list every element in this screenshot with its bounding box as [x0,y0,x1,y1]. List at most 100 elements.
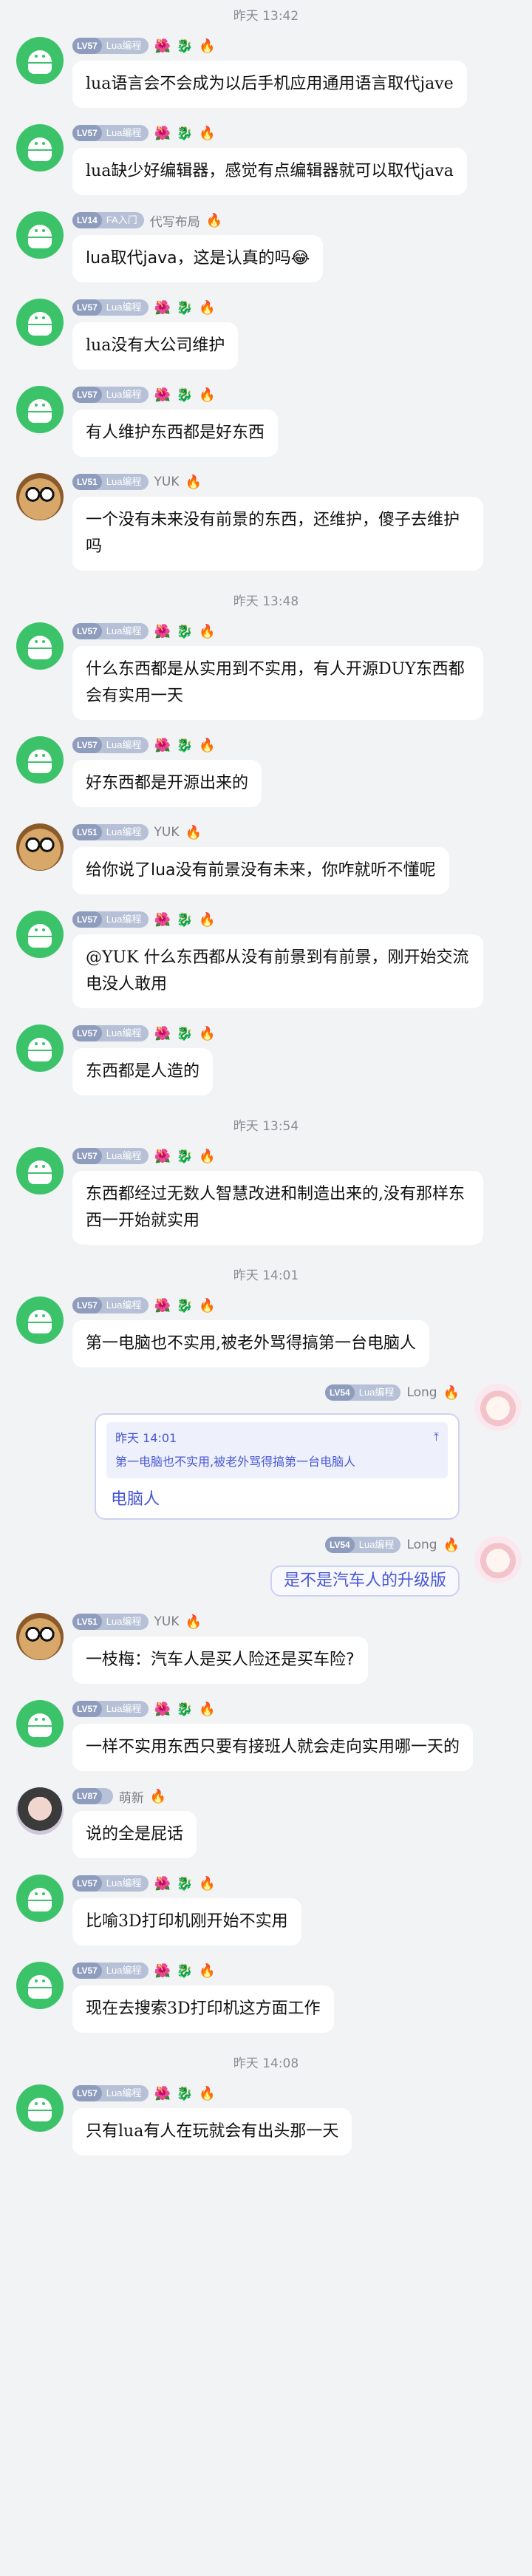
fire-icon: 🔥 [199,1875,216,1892]
message-item-self: LV54 Lua编程 Long 🔥 昨天 14:01 ⤒ 第一电脑也不实用,被老外… [0,1382,532,1520]
username[interactable]: 代写布局 [150,211,200,230]
level-badge: LV57 Lua编程 [72,1962,149,1979]
message-header: LV57 Lua编程 🌺 🐉 🔥 [72,1023,532,1044]
flower-icon: 🌺 [154,125,171,141]
message-header: LV57 Lua编程 🌺 🐉 🔥 [72,909,532,930]
level-badge: LV51 Lua编程 [72,824,149,840]
fire-icon: 🔥 [185,824,202,840]
message-header: LV14 FA入门 代写布局 🔥 [72,210,532,231]
level-badge: LV57 Lua编程 [72,38,149,54]
message-item: LV87 萌新 🔥 说的全是屁话 [0,1786,532,1858]
android-avatar-icon[interactable] [16,299,64,346]
message-bubble[interactable]: 是不是汽车人的升级版 [270,1566,460,1597]
message-bubble[interactable]: 一个没有未来没有前景的东西，还维护，傻子去维护吗 [72,497,483,571]
username[interactable]: YUK [154,475,180,489]
quoted-message-card[interactable]: 昨天 14:01 ⤒ 第一电脑也不实用,被老外骂得搞第一台电脑人 电脑人 [95,1413,460,1520]
owl-avatar-icon[interactable] [16,823,64,871]
message-item: LV57 Lua编程 🌺 🐉 🔥 只有lua有人在玩就会有出头那一天 [0,2083,532,2155]
android-avatar-icon[interactable] [16,1962,64,2009]
message-header: LV57 Lua编程 🌺 🐉 🔥 [72,2083,532,2104]
level-badge: LV57 Lua编程 [72,623,149,639]
message-header: LV57 Lua编程 🌺 🐉 🔥 [72,1146,532,1166]
dragon-icon: 🐉 [176,1962,194,1979]
message-bubble[interactable]: 只有lua有人在玩就会有出头那一天 [72,2108,352,2155]
message-bubble[interactable]: lua没有大公司维护 [72,322,239,370]
username[interactable]: 萌新 [119,1787,144,1806]
message-bubble[interactable]: 有人维护东西都是好东西 [72,409,279,457]
quote-text: 第一电脑也不实用,被老外骂得搞第一台电脑人 [115,1455,356,1469]
level-badge: LV14 FA入门 [72,212,144,228]
message-bubble[interactable]: 现在去搜索3D打印机这方面工作 [72,1985,334,2033]
anime-avatar-icon[interactable] [474,1536,522,1583]
android-avatar-icon[interactable] [16,1024,64,1072]
owl-avatar-icon[interactable] [16,1613,64,1660]
message-bubble[interactable]: @YUK 什么东西都从没有前景到有前景，刚开始交流电没人敢用 [72,934,483,1008]
android-avatar-icon[interactable] [16,1297,64,1344]
message-header: LV54 Lua编程 Long 🔥 [0,1382,460,1403]
fire-icon: 🔥 [199,737,216,753]
fire-icon: 🔥 [443,1384,460,1401]
level-badge: LV57 Lua编程 [72,1297,149,1314]
message-bubble[interactable]: 一样不实用东西只要有接班人就会走向实用哪一天的 [72,1724,474,1771]
message-bubble[interactable]: lua缺少好编辑器，感觉有点编辑器就可以取代java [72,148,467,195]
message-header: LV57 Lua编程 🌺 🐉 🔥 [72,123,532,143]
flower-icon: 🌺 [154,1962,171,1979]
fire-icon: 🔥 [199,299,216,316]
person-avatar-icon[interactable] [16,1787,64,1835]
message-item: LV57 Lua编程 🌺 🐉 🔥 现在去搜索3D打印机这方面工作 [0,1960,532,2033]
message-item: LV57 Lua编程 🌺 🐉 🔥 第一电脑也不实用,被老外骂得搞第一台电脑人 [0,1295,532,1367]
dragon-icon: 🐉 [176,125,194,141]
username[interactable]: YUK [154,825,180,840]
message-item: LV57 Lua编程 🌺 🐉 🔥 @YUK 什么东西都从没有前景到有前景，刚开始交… [0,909,532,1008]
message-bubble[interactable]: 东西都经过无数人智慧改进和制造出来的,没有那样东西一开始就实用 [72,1171,483,1245]
username[interactable]: YUK [154,1614,180,1629]
upward-arrow-icon[interactable]: ⤒ [434,1430,439,1444]
message-bubble[interactable]: 第一电脑也不实用,被老外骂得搞第一台电脑人 [72,1320,429,1367]
level-badge: LV51 Lua编程 [72,1614,149,1630]
dragon-icon: 🐉 [176,38,194,54]
chat-list: 昨天 13:42 LV57 Lua编程 🌺 🐉 🔥 lua语言会不会成为以后手机应… [0,0,532,2155]
message-header: LV57 Lua编程 🌺 🐉 🔥 [72,384,532,405]
flower-icon: 🌺 [154,623,171,639]
username[interactable]: Long [406,1537,437,1552]
message-bubble[interactable]: 什么东西都是从实用到不实用，有人开源DUY东西都会有实用一天 [72,646,483,720]
message-bubble[interactable]: 给你说了lua没有前景没有未来，你咋就听不懂呢 [72,847,449,894]
message-item: LV57 Lua编程 🌺 🐉 🔥 好东西都是开源出来的 [0,735,532,807]
flower-icon: 🌺 [154,2085,171,2101]
username[interactable]: Long [406,1385,437,1400]
message-bubble[interactable]: 东西都是人造的 [72,1048,214,1095]
android-avatar-icon[interactable] [16,1700,64,1747]
message-bubble[interactable]: 说的全是屁话 [72,1811,197,1858]
message-item: LV57 Lua编程 🌺 🐉 🔥 lua缺少好编辑器，感觉有点编辑器就可以取代ja… [0,123,532,195]
android-avatar-icon[interactable] [16,911,64,958]
reply-text[interactable]: 电脑人 [96,1484,458,1518]
level-badge: LV57 Lua编程 [72,1148,149,1164]
android-avatar-icon[interactable] [16,622,64,670]
anime-avatar-icon[interactable] [474,1384,522,1431]
android-avatar-icon[interactable] [16,124,64,171]
quoted-message[interactable]: 昨天 14:01 ⤒ 第一电脑也不实用,被老外骂得搞第一台电脑人 [106,1422,448,1478]
dragon-icon: 🐉 [176,299,194,316]
android-avatar-icon[interactable] [16,1875,64,1922]
android-avatar-icon[interactable] [16,211,64,259]
android-avatar-icon[interactable] [16,736,64,784]
message-bubble[interactable]: 一枝梅：汽车人是买人险还是买车险? [72,1637,368,1684]
message-bubble[interactable]: 好东西都是开源出来的 [72,760,262,807]
android-avatar-icon[interactable] [16,2084,64,2132]
message-bubble[interactable]: lua语言会不会成为以后手机应用通用语言取代jave [72,61,467,108]
flower-icon: 🌺 [154,299,171,316]
message-header: LV51 Lua编程 YUK 🔥 [72,822,532,843]
android-avatar-icon[interactable] [16,1147,64,1194]
message-item: LV51 Lua编程 YUK 🔥 一枝梅：汽车人是买人险还是买车险? [0,1611,532,1684]
android-avatar-icon[interactable] [16,386,64,433]
owl-avatar-icon[interactable] [16,473,64,520]
dragon-icon: 🐉 [176,387,194,403]
message-bubble[interactable]: lua取代java，这是认真的吗😂 [72,235,324,282]
fire-icon: 🔥 [199,1962,216,1979]
message-bubble[interactable]: 比喻3D打印机刚开始不实用 [72,1898,301,1945]
android-avatar-icon[interactable] [16,37,64,84]
message-item: LV51 Lua编程 YUK 🔥 一个没有未来没有前景的东西，还维护，傻子去维护吗 [0,472,532,571]
fire-icon: 🔥 [199,1297,216,1314]
fire-icon: 🔥 [185,474,202,490]
timestamp: 昨天 14:01 [233,1268,299,1283]
